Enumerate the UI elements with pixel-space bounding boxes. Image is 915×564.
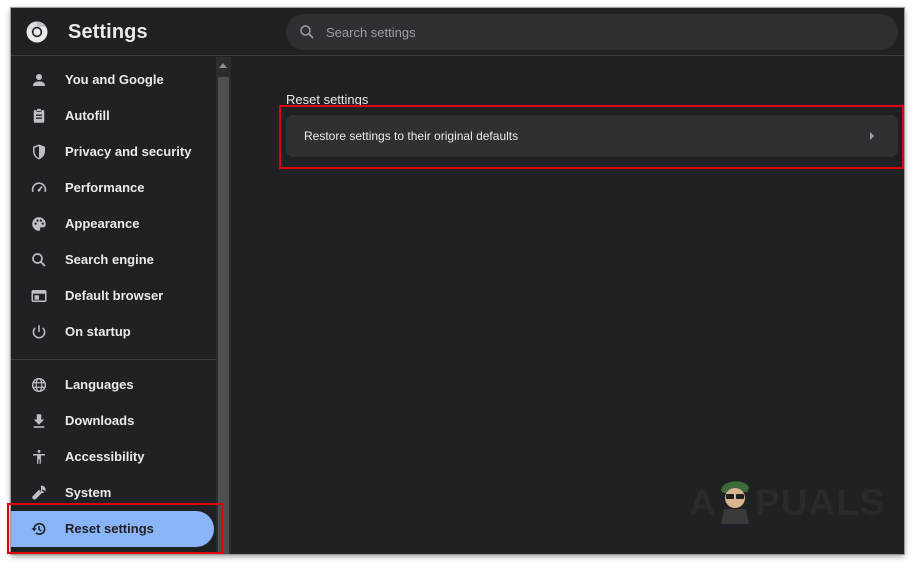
sidebar: You and Google Autofill Privacy and secu… [11, 57, 216, 554]
chevron-right-icon [870, 132, 874, 140]
sidebar-item-label: On startup [65, 324, 131, 339]
sidebar-item-appearance[interactable]: Appearance [11, 206, 214, 242]
sidebar-item-autofill[interactable]: Autofill [11, 98, 214, 134]
palette-icon [32, 217, 46, 231]
sidebar-item-downloads[interactable]: Downloads [11, 403, 214, 439]
restore-defaults-row[interactable]: Restore settings to their original defau… [286, 115, 898, 157]
clipboard-icon [33, 108, 45, 123]
sidebar-item-system[interactable]: System [11, 475, 214, 511]
sidebar-divider [11, 359, 216, 360]
scrollbar-thumb[interactable] [218, 77, 229, 554]
sidebar-item-label: Default browser [65, 288, 164, 303]
search-icon [32, 253, 46, 267]
speedometer-icon [31, 182, 47, 193]
sidebar-item-label: Search engine [65, 252, 154, 267]
sidebar-item-performance[interactable]: Performance [11, 170, 214, 206]
watermark-text-right: PUALS [755, 482, 886, 523]
sidebar-item-label: Performance [65, 180, 145, 195]
sidebar-item-label: Appearance [65, 216, 140, 231]
restore-defaults-label: Restore settings to their original defau… [304, 129, 519, 143]
globe-icon [31, 377, 47, 393]
sidebar-scrollbar[interactable] [216, 57, 231, 554]
shield-icon [33, 144, 45, 160]
sidebar-item-label: Reset settings [65, 521, 154, 536]
search-input[interactable] [326, 14, 886, 50]
accessibility-icon [33, 449, 45, 464]
settings-window: Settings You and Google Autofill [11, 8, 904, 554]
scroll-up-arrow-icon[interactable] [219, 63, 227, 68]
appuals-watermark: A PUALS [689, 478, 884, 528]
sidebar-item-default-browser[interactable]: Default browser [11, 278, 214, 314]
sidebar-item-label: Downloads [65, 413, 135, 428]
person-icon [33, 74, 45, 86]
chrome-logo-icon [26, 21, 48, 43]
sidebar-item-privacy-and-security[interactable]: Privacy and security [11, 134, 214, 170]
app-title: Settings [68, 21, 148, 43]
sidebar-item-label: System [65, 485, 112, 500]
power-icon [32, 325, 46, 339]
search-icon [300, 25, 314, 39]
browser-window-icon [31, 290, 47, 302]
sidebar-item-label: Accessibility [65, 449, 145, 464]
restore-history-icon [31, 522, 46, 536]
sidebar-item-reset-settings[interactable]: Reset settings [11, 511, 214, 547]
sidebar-item-search-engine[interactable]: Search engine [11, 242, 214, 278]
sidebar-item-on-startup[interactable]: On startup [11, 314, 214, 350]
sidebar-item-label: Privacy and security [65, 144, 192, 159]
sidebar-item-languages[interactable]: Languages [11, 367, 214, 403]
sidebar-item-label: Languages [65, 377, 134, 392]
sidebar-item-label: You and Google [65, 72, 164, 87]
sidebar-item-you-and-google[interactable]: You and Google [11, 62, 214, 98]
section-title: Reset settings [286, 92, 369, 107]
watermark-text-left: A [689, 482, 717, 523]
search-box[interactable] [286, 14, 898, 50]
wrench-icon [32, 485, 46, 500]
sidebar-item-label: Autofill [65, 108, 110, 123]
sidebar-item-accessibility[interactable]: Accessibility [11, 439, 214, 475]
download-icon [33, 414, 45, 428]
header: Settings [11, 8, 904, 56]
mascot-logo-icon [721, 481, 749, 524]
